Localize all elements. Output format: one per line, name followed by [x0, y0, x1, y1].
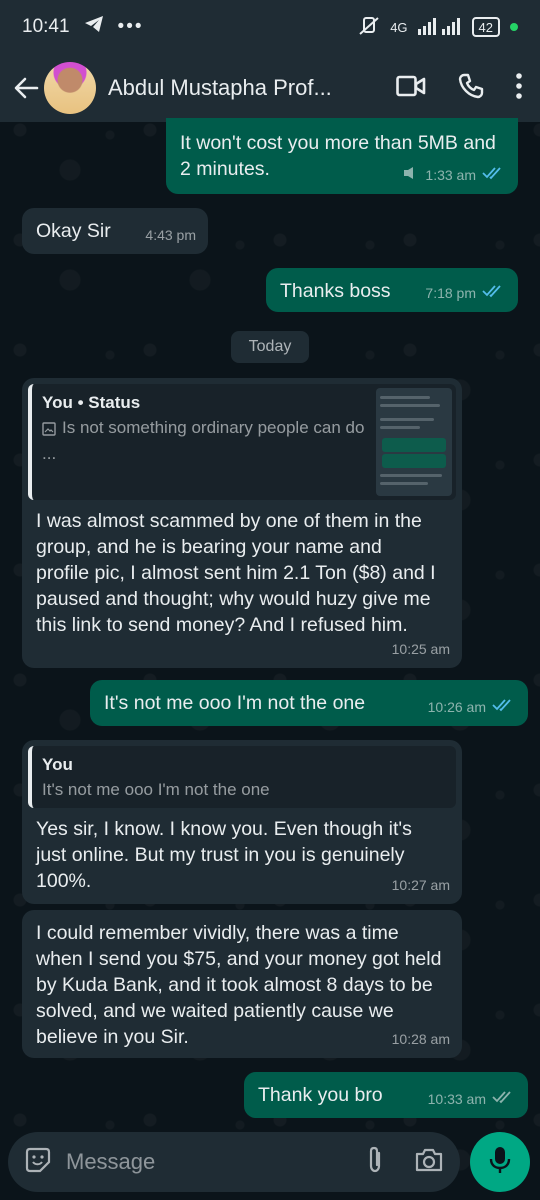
quoted-message[interactable]: You It's not me ooo I'm not the one — [28, 746, 456, 808]
message-text: Okay Sir — [36, 220, 111, 242]
network-type: 4G — [390, 19, 408, 35]
back-arrow-icon[interactable] — [10, 77, 42, 99]
telegram-icon — [84, 15, 104, 39]
double-check-icon — [492, 1086, 514, 1112]
phone-icon[interactable] — [458, 73, 484, 104]
message-text: I could remember vividly, there was a ti… — [36, 922, 442, 1048]
message-text: Thanks boss — [280, 280, 391, 302]
image-icon — [42, 416, 56, 442]
double-check-icon — [492, 694, 514, 720]
message-outgoing[interactable]: It's not me ooo I'm not the one 10:26 am — [90, 680, 528, 726]
status-thumbnail — [376, 388, 452, 496]
message-time: 7:18 pm — [425, 285, 476, 301]
date-divider: Today — [231, 331, 309, 363]
message-time: 10:27 am — [391, 877, 450, 893]
message-incoming[interactable]: You • Status Is not something ordinary p… — [22, 378, 462, 668]
double-check-icon — [482, 280, 504, 306]
message-outgoing[interactable]: Thanks boss 7:18 pm — [266, 268, 518, 312]
message-incoming[interactable]: Okay Sir 4:43 pm — [22, 208, 208, 254]
message-outgoing[interactable]: It won't cost you more than 5MB and 2 mi… — [166, 118, 518, 194]
quote-title: You • Status — [42, 393, 141, 412]
video-call-icon[interactable] — [396, 75, 426, 102]
quote-text: It's not me ooo I'm not the one — [42, 780, 270, 799]
message-time: 10:28 am — [391, 1031, 450, 1047]
message-outgoing[interactable]: Thank you bro 10:33 am — [244, 1072, 528, 1118]
more-icon[interactable] — [516, 72, 522, 104]
battery-indicator: 42 — [471, 17, 500, 37]
emoji-sticker-icon[interactable] — [24, 1146, 52, 1179]
message-text: I was almost scammed by one of them in t… — [36, 510, 436, 636]
quote-title: You — [42, 755, 73, 774]
mic-button[interactable] — [470, 1132, 530, 1192]
message-time: 10:26 am — [427, 699, 486, 715]
message-input[interactable]: Message — [66, 1149, 155, 1175]
contact-name[interactable]: Abdul Mustapha Prof... — [108, 75, 358, 101]
message-composer: Message — [8, 1132, 460, 1192]
attach-icon[interactable] — [366, 1145, 384, 1180]
message-time: 10:33 am — [427, 1091, 486, 1107]
quote-more: ... — [42, 444, 57, 463]
message-text: It's not me ooo I'm not the one — [104, 692, 366, 714]
chat-header: Abdul Mustapha Prof... — [0, 54, 540, 122]
clock: 10:41 — [22, 16, 70, 37]
avatar[interactable] — [44, 62, 96, 114]
message-incoming[interactable]: I could remember vividly, there was a ti… — [22, 910, 462, 1058]
mute-icon — [358, 16, 380, 39]
mic-icon — [489, 1145, 511, 1180]
message-time: 10:25 am — [391, 641, 450, 657]
system-status-bar: 10:41 ••• 4G 42 — [0, 0, 540, 54]
camera-icon[interactable] — [414, 1147, 444, 1178]
privacy-indicator-dot — [510, 23, 518, 31]
quoted-status[interactable]: You • Status Is not something ordinary p… — [28, 384, 456, 500]
message-incoming[interactable]: You It's not me ooo I'm not the one Yes … — [22, 740, 462, 904]
quote-text: Is not something ordinary people can do — [62, 418, 365, 437]
message-text: Yes sir, I know. I know you. Even though… — [36, 818, 412, 892]
message-text: Thank you bro — [258, 1084, 383, 1106]
more-notifications-icon: ••• — [117, 16, 144, 37]
double-check-icon — [482, 162, 504, 188]
message-time: 4:43 pm — [145, 227, 196, 243]
voice-icon — [403, 162, 419, 188]
message-time: 1:33 am — [425, 167, 476, 183]
signal-icon — [417, 17, 462, 38]
